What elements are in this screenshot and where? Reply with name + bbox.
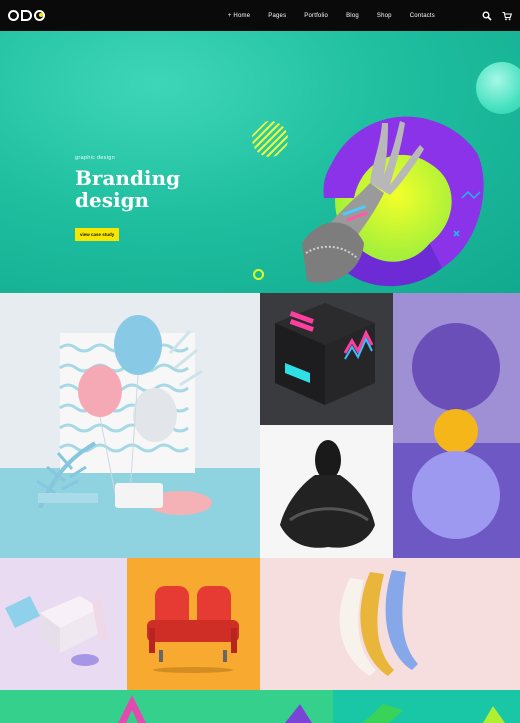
menu-item-shop[interactable]: Shop: [368, 13, 401, 19]
menu-item-blog[interactable]: Blog: [337, 13, 368, 19]
striped-circle-decoration: [252, 121, 288, 157]
view-case-study-button[interactable]: view case study: [75, 228, 120, 241]
hero-artwork: [302, 116, 484, 287]
ring-decoration: [253, 269, 264, 280]
sculpture-artwork-tile[interactable]: [260, 425, 393, 558]
hero-banner: graphic design Branding design view case…: [0, 31, 520, 293]
cinema-seats-artwork-tile[interactable]: [127, 558, 260, 690]
menu-item-contacts[interactable]: Contacts: [401, 13, 444, 19]
menu-item-pages[interactable]: Pages: [259, 13, 295, 19]
shapes-artwork-tile[interactable]: [0, 558, 127, 690]
menu-item-home[interactable]: + Home: [219, 13, 259, 19]
bananas-artwork-tile[interactable]: [260, 558, 520, 690]
hero-category: graphic design: [75, 155, 115, 161]
main-menu: + Home Pages Portfolio Blog Shop Contact…: [219, 0, 444, 31]
green-artwork-tile[interactable]: [0, 690, 333, 723]
site-logo[interactable]: [8, 6, 45, 24]
logo-accent-dot: [39, 13, 43, 17]
spheres-artwork-tile[interactable]: [393, 293, 520, 558]
hero-title: Branding design: [75, 166, 181, 212]
logo-letter-d: [21, 9, 32, 21]
neon-cube-artwork-tile[interactable]: [260, 293, 393, 425]
nav-icons: [482, 0, 512, 31]
menu-item-portfolio[interactable]: Portfolio: [295, 13, 337, 19]
logo-letter-o: [8, 9, 19, 21]
cart-icon[interactable]: [502, 11, 512, 21]
top-navigation-bar: + Home Pages Portfolio Blog Shop Contact…: [0, 0, 520, 31]
balloons-artwork-tile[interactable]: [0, 293, 260, 558]
search-icon[interactable]: [482, 11, 492, 21]
green-shapes-artwork-tile[interactable]: [333, 690, 520, 723]
